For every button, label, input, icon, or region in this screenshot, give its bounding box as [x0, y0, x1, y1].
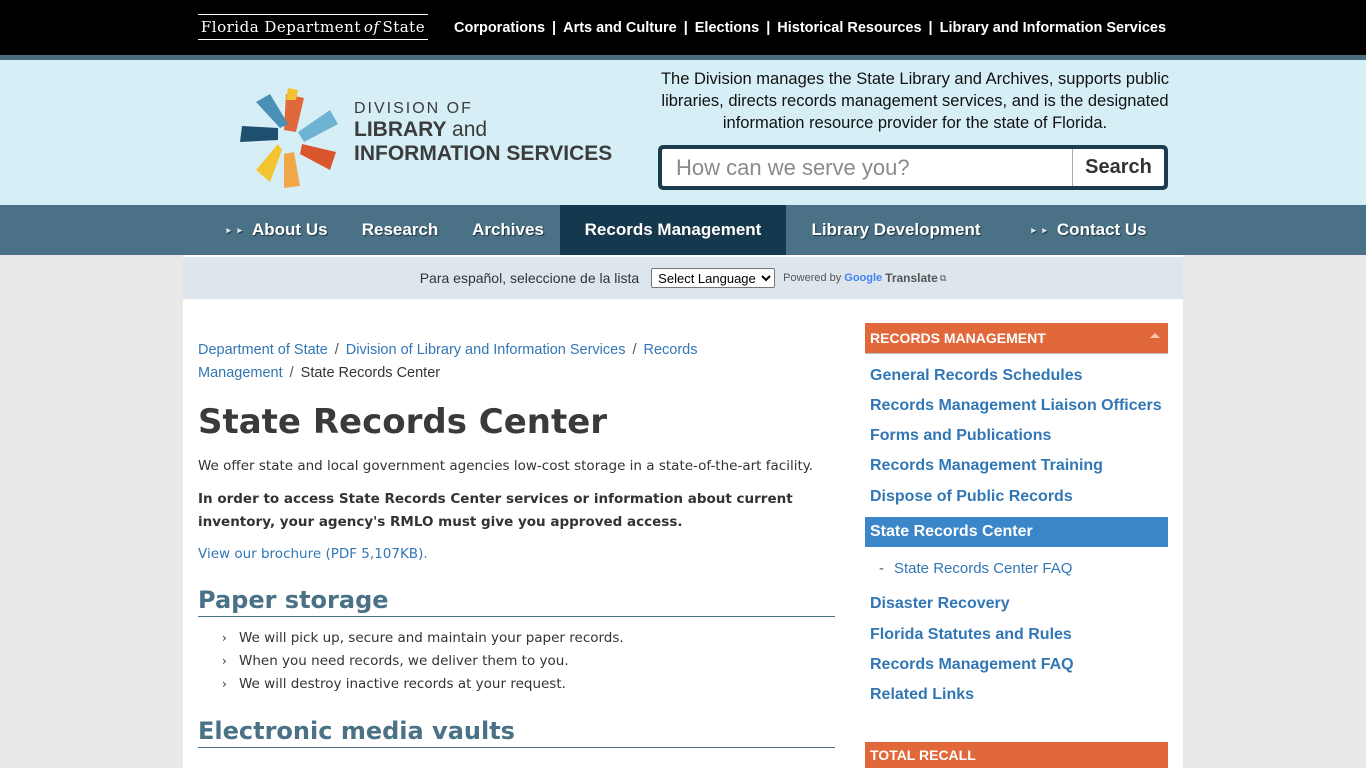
top-link-corporations[interactable]: Corporations [454, 20, 545, 36]
sidebar-heading-label: RECORDS MANAGEMENT [870, 330, 1046, 346]
chevron-right-icon: › [222, 631, 227, 645]
nav-item-contact-us[interactable]: ▸ ▸ Contact Us [1016, 205, 1162, 255]
sub-item-dash: - [879, 560, 884, 577]
chevron-right-icon: › [222, 654, 227, 668]
nav-label: Records Management [584, 220, 762, 239]
top-links: Corporations | Arts and Culture | Electi… [454, 18, 1166, 38]
brand-line2-library: LIBRARY [354, 118, 447, 141]
chevron-right-icon: ▸ ▸ [226, 224, 244, 235]
nav-item-research[interactable]: Research [344, 205, 456, 255]
division-logo[interactable]: DIVISION OF LIBRARY and INFORMATION SERV… [234, 86, 624, 188]
search-form: Search [658, 145, 1168, 190]
sidebar-sublink-state-records-center-faq[interactable]: - State Records Center FAQ [879, 560, 1072, 577]
search-button[interactable]: Search [1072, 149, 1164, 186]
intro-text: We offer state and local government agen… [198, 458, 814, 474]
sidebar-link-dispose-records[interactable]: Dispose of Public Records [870, 488, 1073, 506]
list-item-text: We will destroy inactive records at your… [239, 676, 566, 692]
brand-text: DIVISION OF LIBRARY and INFORMATION SERV… [354, 100, 612, 166]
google-translate-link[interactable]: Translate [885, 271, 938, 285]
sidebar-heading-label: TOTAL RECALL [870, 747, 976, 763]
nav-label: Archives [472, 220, 544, 239]
nav-label: Research [361, 220, 439, 239]
page-title: State Records Center [198, 402, 608, 442]
nav-label: Contact Us [1056, 220, 1147, 239]
collapse-caret-icon [1150, 333, 1160, 338]
section-heading-paper-storage: Paper storage [198, 585, 835, 617]
sidebar-heading-records-management[interactable]: RECORDS MANAGEMENT [865, 323, 1168, 353]
nav-item-library-development[interactable]: Library Development [786, 205, 1006, 255]
nav-item-about-us[interactable]: ▸ ▸ About Us [210, 205, 344, 255]
top-link-separator: | [683, 20, 688, 36]
top-link-arts-and-culture[interactable]: Arts and Culture [563, 20, 677, 36]
sidebar-link-training[interactable]: Records Management Training [870, 457, 1103, 475]
external-link-icon: ⧉ [939, 272, 947, 283]
sidebar-divider [865, 353, 1168, 354]
top-link-library-information-services[interactable]: Library and Information Services [940, 20, 1166, 36]
sidebar-link-statutes-rules[interactable]: Florida Statutes and Rules [870, 626, 1072, 644]
sidebar-link-related-links[interactable]: Related Links [870, 686, 974, 704]
nav-label: Library Development [811, 220, 981, 239]
sidebar-link-rmlo[interactable]: Records Management Liaison Officers [870, 397, 1162, 415]
breadcrumb: Department of State / Division of Library … [198, 339, 758, 385]
brand-line2: LIBRARY and [354, 118, 612, 142]
brand-line1: DIVISION OF [354, 100, 473, 117]
powered-by-text: Powered by [783, 272, 842, 284]
sidebar-link-forms-publications[interactable]: Forms and Publications [870, 427, 1051, 445]
star-books-icon [240, 88, 338, 188]
sidebar-link-general-records-schedules[interactable]: General Records Schedules [870, 367, 1083, 385]
list-item-text: When you need records, we deliver them t… [239, 653, 569, 669]
google-logo-text: Google [844, 272, 883, 284]
list-item: › When you need records, we deliver them … [222, 650, 822, 673]
sidebar-heading-total-recall[interactable]: TOTAL RECALL [865, 742, 1168, 768]
section-heading-electronic-media-vaults: Electronic media vaults [198, 716, 835, 748]
department-of-state-logo[interactable]: Florida Department of State [198, 14, 428, 40]
breadcrumb-current: State Records Center [300, 365, 441, 381]
breadcrumb-link-department-of-state[interactable]: Department of State [198, 342, 328, 358]
brochure-link[interactable]: View our brochure (PDF 5,107KB). [198, 544, 428, 564]
nav-item-records-management[interactable]: Records Management [560, 205, 786, 255]
sidebar-sublink-label: State Records Center FAQ [894, 560, 1073, 577]
top-link-separator: | [766, 20, 771, 36]
chevron-right-icon: › [222, 677, 227, 691]
brand-line3: INFORMATION SERVICES [354, 142, 613, 165]
breadcrumb-separator: / [632, 342, 637, 358]
breadcrumb-link-division[interactable]: Division of Library and Information Serv… [346, 342, 626, 358]
top-link-separator: | [928, 20, 933, 36]
top-link-historical-resources[interactable]: Historical Resources [777, 20, 921, 36]
logo-part1: Florida Department [200, 18, 361, 36]
paper-storage-list: › We will pick up, secure and maintain yo… [222, 627, 822, 696]
top-link-separator: | [552, 20, 557, 36]
nav-label: About Us [252, 220, 328, 239]
access-notice: In order to access State Records Center … [198, 491, 793, 530]
logo-of: of [363, 18, 380, 36]
list-item: › We will pick up, secure and maintain yo… [222, 627, 822, 650]
nav-item-archives[interactable]: Archives [456, 205, 560, 255]
translate-bar: Para español, seleccione de la lista Sel… [183, 257, 1183, 299]
sidebar-link-state-records-center-active[interactable]: State Records Center [865, 517, 1168, 547]
translate-label: Para español, seleccione de la lista [419, 270, 640, 286]
search-input[interactable] [662, 149, 1072, 186]
top-link-elections[interactable]: Elections [695, 20, 759, 36]
breadcrumb-separator: / [289, 365, 294, 381]
google-logo: Google [844, 272, 882, 284]
list-item: › We will destroy inactive records at you… [222, 673, 822, 696]
list-item-text: We will pick up, secure and maintain you… [239, 630, 624, 646]
sidebar-link-disaster-recovery[interactable]: Disaster Recovery [870, 595, 1010, 613]
mission-statement: The Division manages the State Library a… [660, 70, 1170, 132]
logo-part2: State [382, 18, 426, 36]
breadcrumb-separator: / [334, 342, 339, 358]
brand-line2-and: and [452, 118, 488, 141]
sidebar-link-rm-faq[interactable]: Records Management FAQ [870, 656, 1074, 674]
chevron-right-icon: ▸ ▸ [1031, 224, 1049, 235]
language-select[interactable]: Select Language [651, 268, 776, 288]
